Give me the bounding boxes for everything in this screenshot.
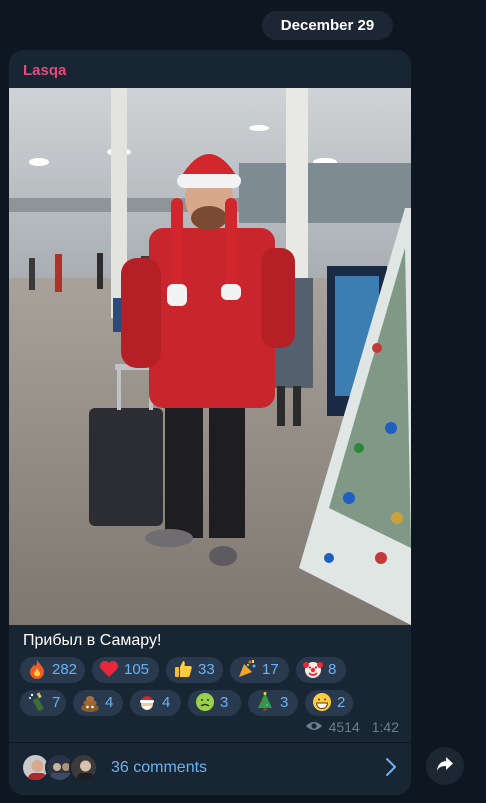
view-count: 4514 [328,719,360,735]
message-time: 1:42 [371,719,399,735]
santa-icon [136,691,158,713]
reaction-count: 2 [337,694,346,711]
eye-icon [305,719,323,735]
pile-of-poo-icon [79,691,101,713]
reaction-thumbs-up[interactable]: 33 [166,657,223,683]
heart-icon [98,658,120,680]
channel-message: Lasqa Прибыл в Самару! 282 105 33 17 8 7… [9,50,411,795]
reaction-party-popper[interactable]: 17 [230,657,289,683]
christmas-tree-icon [254,691,276,713]
comments-button[interactable]: 36 comments [9,743,411,795]
commenter-avatars [21,753,101,783]
message-meta: 4514 1:42 [305,719,399,735]
reaction-count: 3 [220,694,229,711]
reaction-count: 33 [198,661,215,678]
avatar [69,753,98,782]
reaction-grinning[interactable]: 2 [305,690,353,716]
reaction-santa[interactable]: 4 [130,690,181,716]
reaction-poo[interactable]: 4 [73,690,123,716]
forward-button[interactable] [426,747,464,785]
reaction-nauseated[interactable]: 3 [188,690,241,716]
reaction-count: 7 [52,694,61,711]
grinning-face-icon [311,691,333,713]
reaction-heart[interactable]: 105 [92,657,159,683]
reaction-count: 17 [262,661,279,678]
message-photo[interactable] [9,88,411,625]
date-separator: December 29 [262,11,393,40]
nauseated-face-icon [194,691,216,713]
chevron-right-icon [385,757,397,782]
reaction-count: 105 [124,661,150,678]
reaction-fire[interactable]: 282 [20,657,85,683]
fire-icon [26,658,48,680]
reaction-christmas-tree[interactable]: 3 [248,690,298,716]
reaction-champagne[interactable]: 7 [20,690,66,716]
reaction-count: 282 [52,661,78,678]
message-caption: Прибыл в Самару! [23,632,162,649]
reaction-count: 4 [105,694,114,711]
champagne-icon [26,691,48,713]
reaction-count: 8 [328,661,337,678]
forward-arrow-icon [436,756,454,777]
reaction-clown[interactable]: 8 [296,657,346,683]
clown-face-icon [302,658,324,680]
reaction-count: 3 [280,694,289,711]
party-popper-icon [236,658,258,680]
sender-name[interactable]: Lasqa [23,62,66,79]
reaction-count: 4 [162,694,171,711]
thumbs-up-icon [172,658,194,680]
comments-count-label: 36 comments [111,759,208,776]
